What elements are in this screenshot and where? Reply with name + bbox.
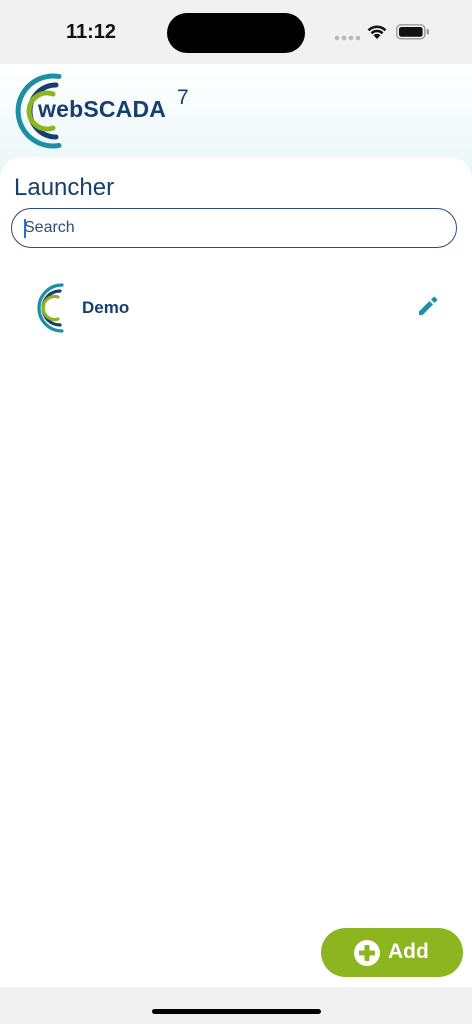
- brand-name: webSCADA: [38, 96, 167, 122]
- status-time: 11:12: [66, 21, 117, 43]
- brand-version: 7: [177, 86, 189, 109]
- status-bar: 11:12: [0, 0, 472, 64]
- list-item-label: Demo: [82, 298, 130, 317]
- webscada-logo-icon: [37, 283, 64, 333]
- pencil-edit-icon[interactable]: [414, 292, 442, 320]
- search-input[interactable]: [24, 209, 444, 247]
- dynamic-island: [167, 13, 305, 53]
- cellular-signal-icon: [334, 35, 360, 41]
- wifi-icon: [367, 25, 387, 39]
- text-cursor: [24, 219, 26, 238]
- add-button-label: Add: [388, 940, 429, 963]
- add-button[interactable]: Add: [321, 928, 463, 977]
- home-indicator[interactable]: [152, 1009, 321, 1014]
- bottom-safe-area: [0, 987, 472, 1024]
- plus-circle-icon: [354, 940, 380, 966]
- page-title: Launcher: [14, 174, 115, 201]
- list-item-demo[interactable]: Demo: [0, 276, 472, 340]
- search-field[interactable]: [11, 208, 457, 248]
- battery-icon: [396, 24, 429, 40]
